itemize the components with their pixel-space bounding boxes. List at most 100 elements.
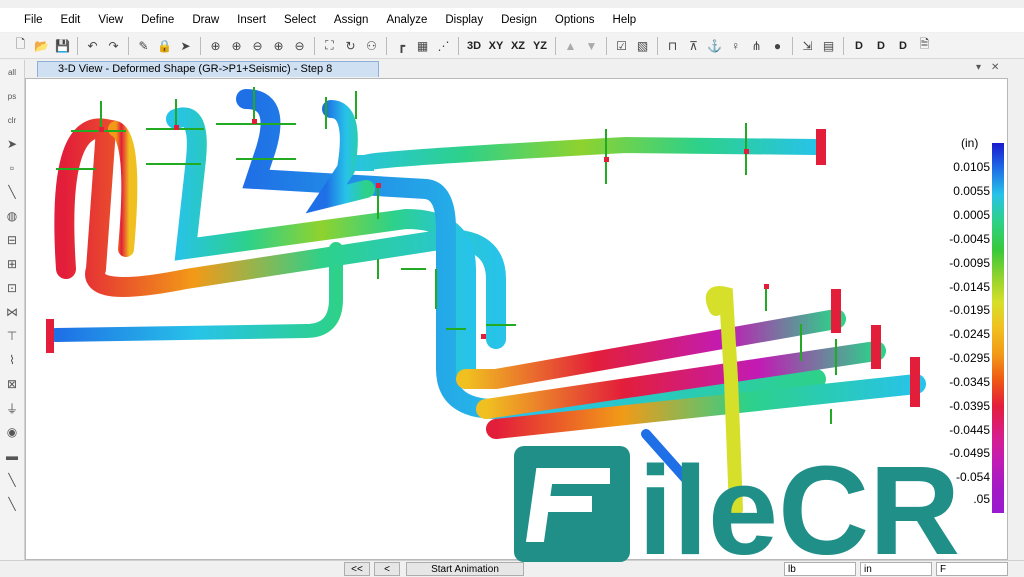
point-icon[interactable]: ▫ [0, 156, 24, 180]
menu-select[interactable]: Select [275, 14, 325, 26]
start-animation-button[interactable]: Start Animation [406, 562, 524, 576]
guide-icon[interactable]: ⊤ [0, 324, 24, 348]
pencil-icon[interactable]: ✎ [133, 36, 154, 56]
nozzle-icon[interactable]: ● [767, 36, 788, 56]
toolbar-divider [386, 36, 387, 55]
menu-insert[interactable]: Insert [228, 14, 275, 26]
line-icon[interactable]: ╲ [0, 180, 24, 204]
tab-title: 3-D View - Deformed Shape (GR->P1+Seismi… [58, 63, 333, 75]
load-icon[interactable]: ⇲ [797, 36, 818, 56]
anchor-icon[interactable]: ⚓ [704, 36, 725, 56]
tee-icon[interactable]: ⊞ [0, 252, 24, 276]
lock-icon[interactable]: 🔒 [154, 36, 175, 56]
open-file-icon[interactable]: 📂 [31, 36, 52, 56]
view-xz-button[interactable]: XZ [507, 36, 529, 56]
reducer-icon[interactable]: ⊡ [0, 276, 24, 300]
flange-icon[interactable]: ⊟ [0, 228, 24, 252]
flange-marker [910, 357, 920, 407]
undo-icon[interactable]: ↶ [82, 36, 103, 56]
toolbar-divider [128, 36, 129, 55]
legend-label: -0.0295 [949, 351, 990, 365]
restraint-icon[interactable]: ⋔ [746, 36, 767, 56]
pipe-elbow-icon[interactable]: ┏ [391, 36, 412, 56]
view-tab-strip: 3-D View - Deformed Shape (GR->P1+Seismi… [25, 60, 1015, 78]
table-icon[interactable]: ▤ [818, 36, 839, 56]
main-toolbar: 🗋 📂 💾 ↶ ↷ ✎ 🔒 ➤ ⊕ ⊕ ⊖ ⊕ ⊖ ⛶ ↻ ⚇ ┏ ▦ ⋰ 3D… [0, 33, 1024, 59]
valve-icon[interactable]: ⋈ [0, 300, 24, 324]
menu-define[interactable]: Define [132, 14, 183, 26]
hole-icon[interactable]: ◉ [0, 420, 24, 444]
legend-label: -0.0445 [949, 423, 990, 437]
legend-label: 0.0055 [953, 184, 990, 198]
menu-bar: File Edit View Define Draw Insert Select… [0, 8, 1024, 32]
pointer-icon[interactable]: ➤ [175, 36, 196, 56]
menu-edit[interactable]: Edit [52, 14, 90, 26]
arrow-down-icon[interactable]: ▼ [581, 36, 602, 56]
spring-icon[interactable]: ⌇ [0, 348, 24, 372]
toolbar-divider [555, 36, 556, 55]
select-all-button[interactable]: all [0, 60, 24, 84]
report-icon[interactable]: 🗎 [914, 36, 935, 56]
view-xy-button[interactable]: XY [485, 36, 507, 56]
zoom-window-icon[interactable]: ⊕ [205, 36, 226, 56]
toolbar-divider [458, 36, 459, 55]
frame-icon[interactable]: ⊓ [662, 36, 683, 56]
arrow-up-icon[interactable]: ▲ [560, 36, 581, 56]
design-check-button[interactable]: D [848, 36, 870, 56]
pointer-select-icon[interactable]: ➤ [0, 132, 24, 156]
menu-file[interactable]: File [0, 14, 52, 26]
flange-marker [46, 319, 54, 353]
pipe-segment-icon[interactable]: ◍ [0, 204, 24, 228]
menu-assign[interactable]: Assign [325, 14, 378, 26]
glasses-icon[interactable]: ⚇ [361, 36, 382, 56]
menu-analyze[interactable]: Analyze [377, 14, 436, 26]
zoom-previous-icon[interactable]: ⊕ [268, 36, 289, 56]
first-step-button[interactable]: << [344, 562, 370, 576]
view-3d-button[interactable]: 3D [463, 36, 485, 56]
pipe-grid-icon[interactable]: ▦ [412, 36, 433, 56]
support-icon[interactable]: ⊼ [683, 36, 704, 56]
display-options-icon[interactable]: ▧ [632, 36, 653, 56]
design-display-button[interactable]: D [870, 36, 892, 56]
brace-icon[interactable]: ╲ [0, 492, 24, 516]
menu-display[interactable]: Display [436, 14, 492, 26]
pan-icon[interactable]: ⛶ [319, 36, 340, 56]
save-icon[interactable]: 💾 [52, 36, 73, 56]
close-icon[interactable]: ✕ [991, 62, 999, 73]
toolbar-divider [77, 36, 78, 55]
rotate-icon[interactable]: ↻ [340, 36, 361, 56]
ground-icon[interactable]: ⏚ [0, 396, 24, 420]
menu-design[interactable]: Design [492, 14, 546, 26]
toolbar-divider [200, 36, 201, 55]
new-file-icon[interactable]: 🗋 [10, 36, 31, 56]
design-run-button[interactable]: D [892, 36, 914, 56]
legend-label: -0.0045 [949, 232, 990, 246]
watermark-text: ileCR [638, 442, 960, 566]
check-box-icon[interactable]: ☑ [611, 36, 632, 56]
toolbar-divider [314, 36, 315, 55]
zoom-out-icon[interactable]: ⊖ [247, 36, 268, 56]
flange-marker [871, 325, 881, 369]
zoom-in-icon[interactable]: ⊕ [226, 36, 247, 56]
previous-step-button[interactable]: < [374, 562, 400, 576]
toolbar-divider [843, 36, 844, 55]
view-yz-button[interactable]: YZ [529, 36, 551, 56]
snubber-icon[interactable]: ⊠ [0, 372, 24, 396]
tab-3d-view[interactable]: 3-D View - Deformed Shape (GR->P1+Seismi… [37, 61, 379, 77]
clear-selection-button[interactable]: clr [0, 108, 24, 132]
legend-label: -0.0245 [949, 327, 990, 341]
member-icon[interactable]: ╲ [0, 468, 24, 492]
legend-label: -0.0145 [949, 280, 990, 294]
hanger-icon[interactable]: ♀ [725, 36, 746, 56]
menu-view[interactable]: View [89, 14, 132, 26]
node-icon[interactable]: ⋰ [433, 36, 454, 56]
menu-draw[interactable]: Draw [183, 14, 228, 26]
redo-icon[interactable]: ↷ [103, 36, 124, 56]
tab-dropdown-icon[interactable]: ▾ [976, 62, 981, 73]
zoom-full-icon[interactable]: ⊖ [289, 36, 310, 56]
plate-icon[interactable]: ▬ [0, 444, 24, 468]
menu-options[interactable]: Options [546, 14, 604, 26]
menu-help[interactable]: Help [604, 14, 646, 26]
legend-label: -0.0095 [949, 256, 990, 270]
previous-selection-button[interactable]: ps [0, 84, 24, 108]
